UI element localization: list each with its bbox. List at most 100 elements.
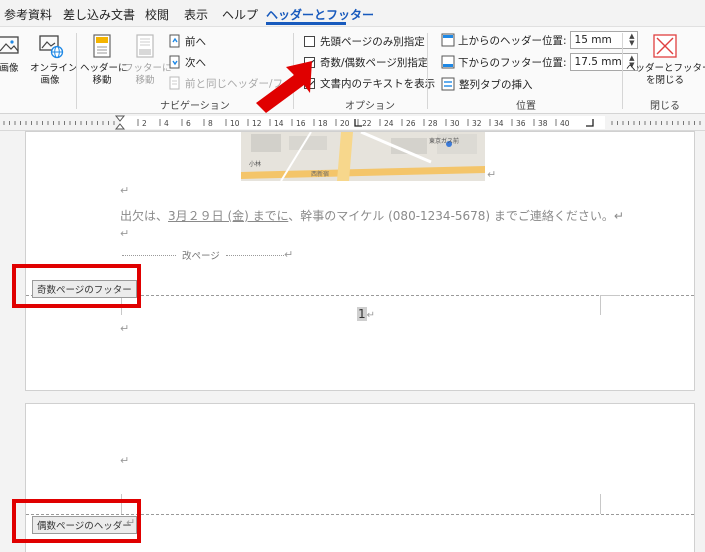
footer-position-value: 17.5 mm <box>574 56 622 68</box>
ruler-tick-label: 24 <box>384 119 394 128</box>
ruler-tick-label: 34 <box>494 119 504 128</box>
paragraph-mark: ↵ <box>120 227 130 240</box>
map-label: 東京ガス前 <box>429 137 459 145</box>
paragraph-mark: ↵ <box>487 168 497 181</box>
paragraph-mark: ↵ <box>120 454 130 467</box>
next-label: 次へ <box>185 56 206 69</box>
ruler-tick-label: 16 <box>296 119 306 128</box>
ruler-tick-label: 40 <box>560 119 570 128</box>
goto-footer-label-line2: 移動 <box>135 75 155 86</box>
close-label-line2: を閉じる <box>645 75 684 86</box>
online-image-button[interactable]: オンライン 画像 <box>30 33 78 87</box>
image-label: 画像 <box>0 63 19 74</box>
ruler-tick-label: 22 <box>362 119 372 128</box>
goto-footer-label-line1: フッターに <box>124 63 172 74</box>
even-header-highlight-box <box>12 499 141 543</box>
next-icon <box>169 55 180 69</box>
page-1: 東京ガス前 小林 西新宿 ↵ ↵ 出欠は、3月２９日 (金) までに、幹事のマイ… <box>25 131 695 391</box>
margin-corner-mark <box>600 295 601 315</box>
page-break-label: 改ページ <box>182 251 220 262</box>
group-separator <box>622 33 623 109</box>
tab-help[interactable]: ヘルプ <box>222 6 258 23</box>
ruler-tick-label: 18 <box>318 119 328 128</box>
page-number: 1 <box>357 307 367 321</box>
margin-corner-mark <box>600 494 601 514</box>
map-label: 西新宿 <box>311 170 329 178</box>
goto-header-button[interactable]: ヘッダーに 移動 <box>80 33 128 87</box>
paragraph-mark: ↵ <box>366 310 376 321</box>
goto-header-icon <box>93 34 111 58</box>
horizontal-ruler[interactable]: 2 4 6 8 10 12 14 16 18 20 22 24 26 28 30 32 34 36 38 40 <box>0 114 705 131</box>
online-image-label-line2: 画像 <box>40 75 60 86</box>
image-icon <box>0 36 19 54</box>
show-document-text-checkbox[interactable]: 文書内のテキストを表示 <box>304 74 435 92</box>
previous-button[interactable]: 前へ <box>168 32 206 50</box>
body-text-prefix: 出欠は、 <box>120 209 169 223</box>
tab-mailings[interactable]: 差し込み文書 <box>63 6 135 23</box>
ruler-tick-label: 30 <box>450 119 460 128</box>
image-button[interactable]: 画像 <box>0 33 22 75</box>
close-group-label: 閉じる <box>650 101 680 112</box>
page-break-line <box>122 255 176 256</box>
margin-corner-mark <box>600 295 620 296</box>
goto-footer-button[interactable]: フッターに 移動 <box>124 33 172 87</box>
paragraph-mark: ↵ <box>284 248 294 261</box>
body-text-suffix: 、幹事のマイケル (080-1234-5678) までご連絡ください。↵ <box>288 209 624 223</box>
ribbon: 画像 オンライン 画像 ヘッダーに 移動 フッターに 移動 前へ 次へ 前と同じ… <box>0 26 705 114</box>
link-icon <box>169 76 180 90</box>
ruler-tick-label: 4 <box>164 119 169 128</box>
tab-review[interactable]: 校閲 <box>145 6 169 23</box>
footer-position-label: 下からのフッター位置: <box>458 56 567 69</box>
paragraph-mark: ↵ <box>120 322 130 335</box>
ruler-tick-label: 26 <box>406 119 416 128</box>
ruler-tick-label: 8 <box>208 119 213 128</box>
close-header-footer-button[interactable]: ヘッダーとフッター を閉じる <box>626 33 705 87</box>
footer-position-row: 下からのフッター位置: 17.5 mm ▲ ▼ <box>441 53 638 71</box>
header-position-label: 上からのヘッダー位置: <box>458 34 567 47</box>
close-icon <box>653 34 677 58</box>
footer-position-icon <box>441 55 455 69</box>
alignment-tab-icon <box>441 77 455 91</box>
alignment-tab-label: 整列タブの挿入 <box>459 78 533 91</box>
header-position-value: 15 mm <box>574 34 612 46</box>
online-image-label-line1: オンライン <box>30 63 78 74</box>
body-paragraph[interactable]: 出欠は、3月２９日 (金) までに、幹事のマイケル (080-1234-5678… <box>120 207 624 224</box>
body-text-deadline: 3月２９日 (金) までに <box>168 209 289 223</box>
ruler-tick-label: 28 <box>428 119 438 128</box>
page-number-field[interactable]: 1↵ <box>357 307 375 321</box>
ruler-tick-label: 36 <box>516 119 526 128</box>
online-image-icon <box>39 35 64 59</box>
tab-references[interactable]: 参考資料 <box>4 6 52 23</box>
odd-even-label: 奇数/偶数ページ別指定 <box>320 56 429 69</box>
tab-view[interactable]: 表示 <box>184 6 208 23</box>
map-label: 小林 <box>249 160 261 168</box>
tab-header-footer[interactable]: ヘッダーとフッター <box>266 6 374 23</box>
options-group-label: オプション <box>345 101 395 112</box>
active-tab-underline <box>266 22 346 25</box>
header-position-icon <box>441 33 455 47</box>
map-image: 東京ガス前 小林 西新宿 <box>241 132 485 181</box>
ruler-tick-label: 12 <box>252 119 262 128</box>
group-separator <box>76 33 77 109</box>
first-page-check-icon <box>304 35 315 47</box>
ruler-tick-label: 20 <box>340 119 350 128</box>
goto-header-label-line2: 移動 <box>92 75 112 86</box>
navigation-group-label: ナビゲーション <box>160 101 230 112</box>
goto-header-label-line1: ヘッダーに <box>80 63 128 74</box>
position-group-label: 位置 <box>516 101 536 112</box>
insert-alignment-tab-button[interactable]: 整列タブの挿入 <box>441 75 533 93</box>
next-button[interactable]: 次へ <box>168 53 206 71</box>
page-break-line <box>226 255 284 256</box>
close-label-line1: ヘッダーとフッター <box>626 63 705 74</box>
ribbon-tabs: 参考資料 差し込み文書 校閲 表示 ヘルプ ヘッダーとフッター <box>0 0 705 26</box>
header-position-row: 上からのヘッダー位置: 15 mm ▲ ▼ <box>441 31 638 49</box>
previous-icon <box>169 34 180 48</box>
group-separator <box>427 33 428 109</box>
first-page-label: 先頭ページのみ別指定 <box>320 35 425 48</box>
previous-label: 前へ <box>185 35 206 48</box>
ruler-tick-label: 2 <box>142 119 147 128</box>
different-odd-even-checkbox[interactable]: 奇数/偶数ページ別指定 <box>304 53 428 71</box>
different-first-page-checkbox[interactable]: 先頭ページのみ別指定 <box>304 32 425 50</box>
show-text-label: 文書内のテキストを表示 <box>320 77 436 90</box>
goto-footer-icon <box>136 34 154 58</box>
